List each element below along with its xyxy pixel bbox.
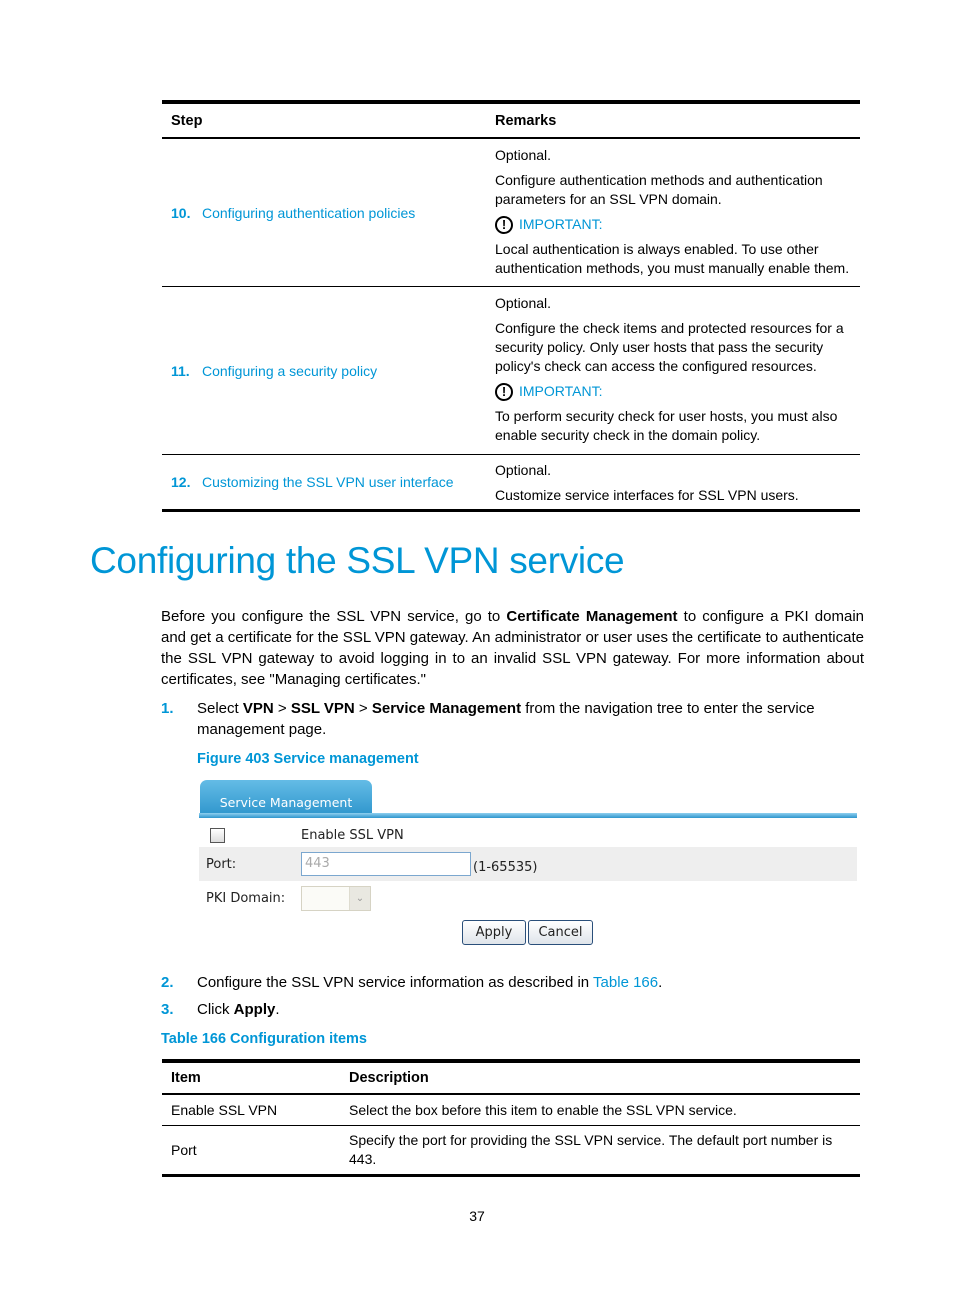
list-number: 2. xyxy=(161,974,174,991)
step-link[interactable]: Configuring authentication policies xyxy=(202,205,415,221)
remarks-cell: Optional. Configure the check items and … xyxy=(486,287,860,454)
table-row: Port Specify the port for providing the … xyxy=(162,1126,860,1174)
description-cell: Select the box before this item to enabl… xyxy=(349,1101,737,1118)
step-link[interactable]: Configuring a security policy xyxy=(202,363,377,379)
step-number: 12. xyxy=(171,474,191,490)
table-166-link[interactable]: Table 166 xyxy=(593,974,658,991)
config-items-table: Item Description Enable SSL VPN Select t… xyxy=(162,1059,860,1177)
important-note: ! IMPORTANT: xyxy=(495,382,860,401)
page-number: 37 xyxy=(469,1208,485,1224)
remarks-cell: Optional. Configure authentication metho… xyxy=(486,139,860,286)
header-description: Description xyxy=(349,1070,429,1086)
item-cell: Port xyxy=(171,1141,197,1158)
important-text: To perform security check for user hosts… xyxy=(495,408,838,443)
step-cell: 10. Configuring authentication policies xyxy=(162,139,486,286)
menu-vpn: VPN xyxy=(242,700,274,717)
list-number: 1. xyxy=(161,700,174,717)
table-row: Enable SSL VPN Select the box before thi… xyxy=(162,1095,860,1125)
step-number: 11. xyxy=(171,362,190,379)
header-item: Item xyxy=(171,1070,201,1086)
table-caption: Table 166 Configuration items xyxy=(161,1031,367,1047)
table-bottom-rule xyxy=(162,1174,860,1177)
list-body: Select VPN > SSL VPN > Service Managemen… xyxy=(197,698,837,740)
table-bottom-rule xyxy=(162,509,860,512)
description-cell: Specify the port for providing the SSL V… xyxy=(349,1132,833,1167)
pki-domain-label: PKI Domain: xyxy=(206,890,286,906)
intro-bold: Certificate Management xyxy=(506,608,678,625)
port-range-hint: (1-65535) xyxy=(473,860,538,875)
remark-optional: Optional. xyxy=(495,147,552,163)
step-cell: 12. Customizing the SSL VPN user interfa… xyxy=(162,455,486,509)
important-label: IMPORTANT: xyxy=(519,383,603,399)
remark-desc: Configure the check items and protected … xyxy=(495,320,844,374)
intro-paragraph: Before you configure the SSL VPN service… xyxy=(161,606,864,690)
remark-optional: Optional. xyxy=(495,295,552,311)
list-item-3: 3. Click Apply. xyxy=(161,999,837,1020)
menu-service-management: Service Management xyxy=(371,700,522,717)
table-header-row: Item Description xyxy=(162,1063,860,1093)
important-label: IMPORTANT: xyxy=(519,216,603,232)
exclamation-circle-icon: ! xyxy=(495,382,513,401)
enable-ssl-vpn-label: Enable SSL VPN xyxy=(301,827,404,843)
text: Select xyxy=(197,700,243,717)
remark-optional: Optional. xyxy=(495,462,552,478)
port-input[interactable]: 443 xyxy=(301,852,471,876)
menu-ssl-vpn: SSL VPN xyxy=(290,700,355,717)
table-header-row: Step Remarks xyxy=(162,104,860,137)
table-row: 10. Configuring authentication policies … xyxy=(162,139,860,286)
step-link[interactable]: Customizing the SSL VPN user interface xyxy=(202,474,454,490)
port-label: Port: xyxy=(206,856,237,872)
text: Click xyxy=(197,1001,234,1018)
header-step: Step xyxy=(171,112,203,129)
table-row: 12. Customizing the SSL VPN user interfa… xyxy=(162,455,860,509)
list-body: Click Apply. xyxy=(197,999,837,1020)
intro-text: Before you configure the SSL VPN service… xyxy=(161,608,507,625)
port-row: Port: 443 (1-65535) xyxy=(199,847,857,881)
list-number: 3. xyxy=(161,1001,174,1018)
exclamation-circle-icon: ! xyxy=(495,215,513,234)
table-row: 11. Configuring a security policy Option… xyxy=(162,287,860,454)
service-management-figure: Service Management Enable SSL VPN Port: … xyxy=(199,780,857,950)
text: . xyxy=(275,1001,280,1018)
cancel-button[interactable]: Cancel xyxy=(528,920,593,945)
list-body: Configure the SSL VPN service informatio… xyxy=(197,972,837,993)
steps-table: Step Remarks 10. Configuring authenticat… xyxy=(162,100,860,512)
section-heading: Configuring the SSL VPN service xyxy=(90,540,625,581)
tab-service-management[interactable]: Service Management xyxy=(200,780,372,816)
text: . xyxy=(658,974,663,991)
list-item-2: 2. Configure the SSL VPN service informa… xyxy=(161,972,837,993)
chevron-down-icon[interactable]: ⌄ xyxy=(349,886,370,910)
header-remarks: Remarks xyxy=(495,112,557,129)
important-text: Local authentication is always enabled. … xyxy=(495,241,850,276)
figure-caption: Figure 403 Service management xyxy=(197,751,419,767)
apply-button[interactable]: Apply xyxy=(462,920,526,945)
remark-desc: Customize service interfaces for SSL VPN… xyxy=(495,487,799,503)
list-item-1: 1. Select VPN > SSL VPN > Service Manage… xyxy=(161,698,837,740)
pki-domain-row: PKI Domain: ⌄ xyxy=(199,881,857,915)
remarks-cell: Optional. Customize service interfaces f… xyxy=(486,455,860,509)
pki-domain-select[interactable]: ⌄ xyxy=(301,885,371,911)
step-cell: 11. Configuring a security policy xyxy=(162,287,486,454)
item-cell: Enable SSL VPN xyxy=(171,1101,278,1118)
apply-bold: Apply xyxy=(233,1001,276,1018)
remark-desc: Configure authentication methods and aut… xyxy=(495,172,823,207)
enable-ssl-vpn-checkbox[interactable] xyxy=(210,827,225,843)
text: Configure the SSL VPN service informatio… xyxy=(197,974,594,991)
separator: > xyxy=(273,700,291,717)
important-note: ! IMPORTANT: xyxy=(495,215,860,234)
step-number: 10. xyxy=(171,204,191,221)
separator: > xyxy=(354,700,372,717)
